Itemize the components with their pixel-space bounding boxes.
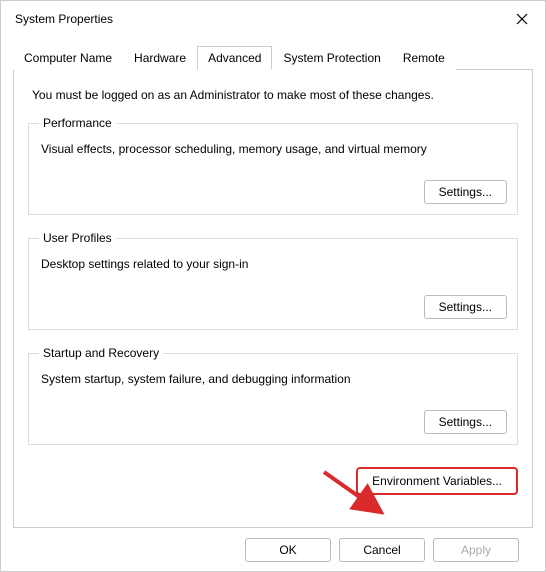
group-startup-recovery: Startup and Recovery System startup, sys…: [28, 346, 518, 445]
titlebar: System Properties: [1, 1, 545, 35]
environment-variables-button[interactable]: Environment Variables...: [356, 467, 518, 495]
window-title: System Properties: [15, 12, 113, 26]
group-performance-legend: Performance: [39, 116, 116, 130]
ok-button[interactable]: OK: [245, 538, 331, 562]
group-performance: Performance Visual effects, processor sc…: [28, 116, 518, 215]
tab-content-advanced: You must be logged on as an Administrato…: [13, 70, 533, 528]
close-button[interactable]: [509, 6, 535, 32]
apply-button[interactable]: Apply: [433, 538, 519, 562]
startup-recovery-settings-button[interactable]: Settings...: [424, 410, 507, 434]
dialog-body: Computer Name Hardware Advanced System P…: [1, 45, 545, 562]
cancel-button[interactable]: Cancel: [339, 538, 425, 562]
tab-advanced[interactable]: Advanced: [197, 46, 272, 70]
tab-hardware[interactable]: Hardware: [123, 46, 197, 70]
group-startup-recovery-desc: System startup, system failure, and debu…: [41, 372, 507, 386]
group-user-profiles: User Profiles Desktop settings related t…: [28, 231, 518, 330]
group-performance-desc: Visual effects, processor scheduling, me…: [41, 142, 507, 156]
tab-system-protection[interactable]: System Protection: [272, 46, 391, 70]
group-startup-recovery-legend: Startup and Recovery: [39, 346, 163, 360]
group-user-profiles-legend: User Profiles: [39, 231, 116, 245]
close-icon: [516, 13, 528, 25]
tab-strip: Computer Name Hardware Advanced System P…: [13, 45, 533, 70]
tab-computer-name[interactable]: Computer Name: [13, 46, 123, 70]
performance-settings-button[interactable]: Settings...: [424, 180, 507, 204]
group-user-profiles-desc: Desktop settings related to your sign-in: [41, 257, 507, 271]
dialog-footer: OK Cancel Apply: [13, 528, 533, 562]
admin-notice: You must be logged on as an Administrato…: [32, 88, 518, 102]
user-profiles-settings-button[interactable]: Settings...: [424, 295, 507, 319]
tab-remote[interactable]: Remote: [392, 46, 456, 70]
